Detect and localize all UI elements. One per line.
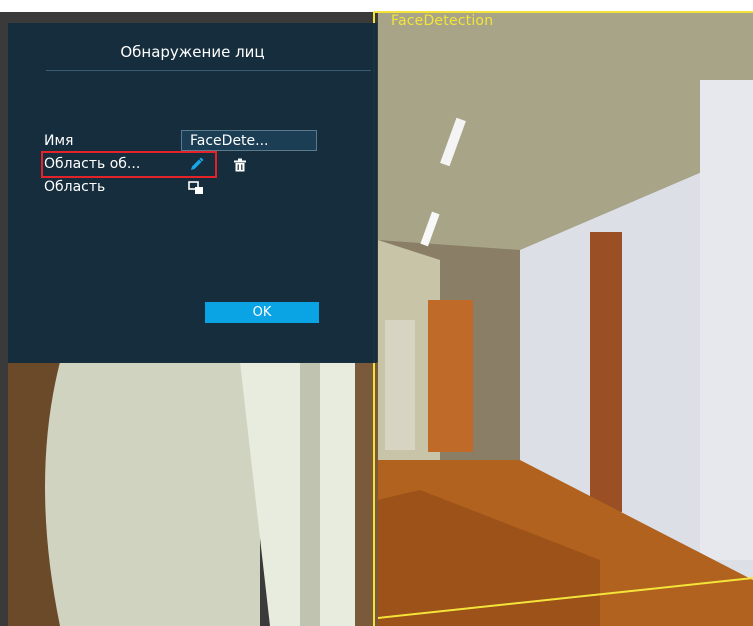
name-label: Имя (44, 133, 74, 149)
dialog-title: Обнаружение лиц (120, 43, 265, 61)
name-input[interactable]: FaceDete... (181, 130, 317, 151)
trash-icon[interactable] (233, 158, 247, 172)
ok-button[interactable]: OK (205, 302, 319, 323)
selection-highlight (41, 151, 217, 178)
area-select-icon[interactable] (188, 181, 204, 195)
title-divider (46, 70, 371, 71)
detection-zone-label: FaceDetection (391, 13, 494, 29)
face-detection-dialog: Обнаружение лиц Имя FaceDete... Область … (8, 23, 377, 363)
area-label: Область (44, 179, 106, 195)
